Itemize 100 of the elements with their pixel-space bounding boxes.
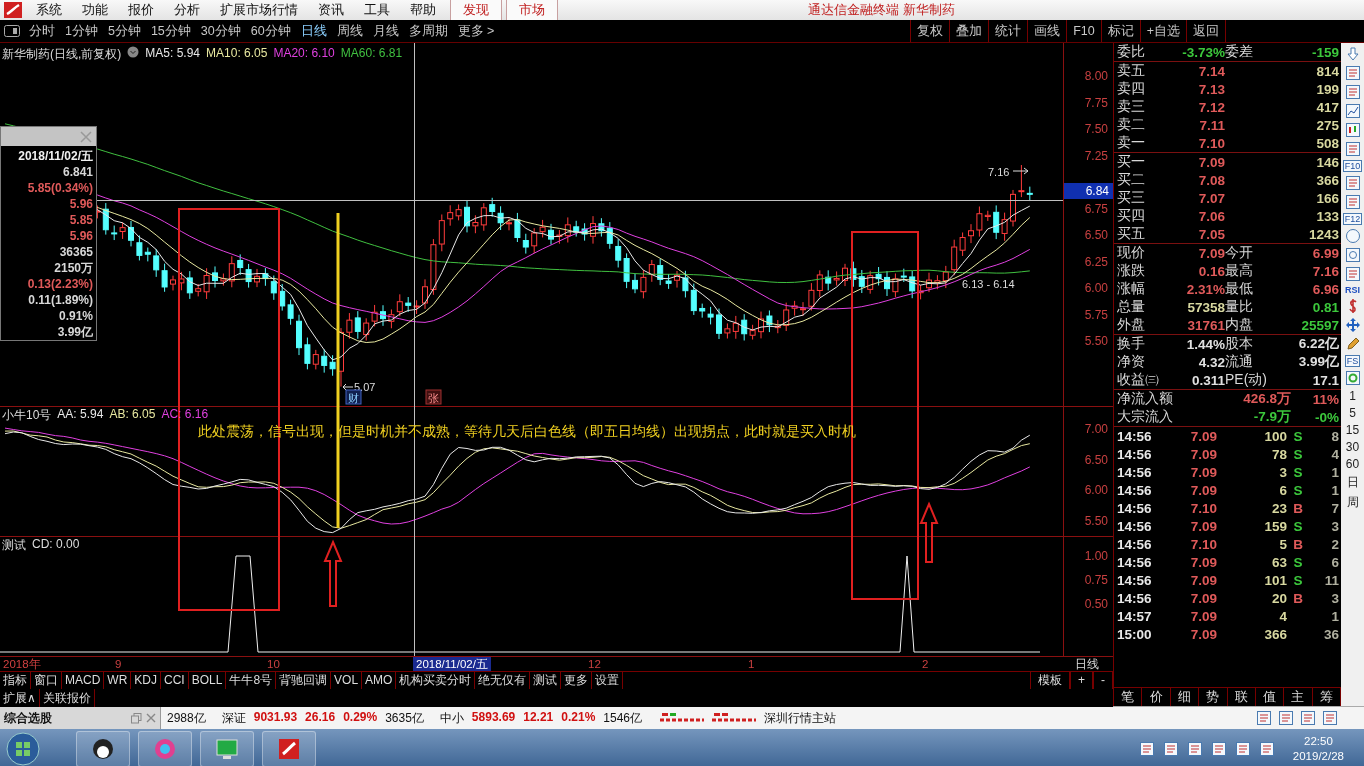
order-level-label: 买三: [1117, 189, 1146, 207]
info-value: 0.91%: [57, 308, 94, 324]
quote-percent: -0%: [1314, 409, 1339, 425]
toolbar-button[interactable]: 复权: [910, 20, 950, 42]
time-axis-label: 12: [588, 658, 601, 670]
trade-price: 7.09: [1189, 518, 1217, 534]
period-button[interactable]: 1: [1349, 389, 1356, 403]
rsi-button[interactable]: RSI: [1345, 285, 1360, 295]
menu-item[interactable]: 扩展市场行情: [210, 1, 308, 19]
trade-side: B: [1292, 536, 1304, 552]
menu-item[interactable]: 市场: [506, 0, 558, 20]
trade-time: 14:56: [1117, 536, 1153, 552]
line-chart-icon[interactable]: [1344, 103, 1361, 119]
menu-item[interactable]: 帮助: [400, 1, 446, 19]
menu-item[interactable]: 分析: [164, 1, 210, 19]
indicator-value: AB: 6.05: [109, 407, 156, 423]
trade-time: 14:56: [1117, 572, 1153, 588]
trade-price: 7.09: [1189, 464, 1217, 480]
range-label: 6.13 - 6.14: [962, 278, 1015, 290]
trade-volume: 23: [1270, 500, 1287, 516]
toolbar-button[interactable]: 统计: [988, 20, 1028, 42]
candlestick: [548, 223, 554, 246]
period-tab[interactable]: 30分钟: [195, 22, 246, 40]
toolbar-button[interactable]: F10: [1066, 20, 1101, 42]
trade-price: 7.09: [1189, 590, 1217, 606]
quote-value: 0.81: [1311, 299, 1339, 315]
f10-button[interactable]: F10: [1342, 160, 1363, 172]
order-volume: 275: [1315, 117, 1339, 133]
quote-label: 净流入额: [1117, 390, 1174, 408]
quote-label: 流通: [1225, 353, 1254, 371]
start-button[interactable]: [6, 731, 40, 766]
fs-button[interactable]: FS: [1344, 355, 1361, 367]
order-level-label: 卖五: [1117, 62, 1146, 80]
period-tab[interactable]: 更多 >: [452, 22, 500, 40]
pencil-icon[interactable]: [1344, 336, 1361, 352]
candlestick-icon[interactable]: [1344, 122, 1361, 138]
menu-item[interactable]: 系统: [26, 1, 72, 19]
order-volume: 814: [1315, 63, 1339, 79]
menu-item[interactable]: 资讯: [308, 1, 354, 19]
period-tab[interactable]: 1分钟: [60, 22, 103, 40]
period-tab[interactable]: 多周期: [403, 22, 453, 40]
quote-label: 收益㈢: [1117, 371, 1160, 389]
period-tab[interactable]: 60分钟: [245, 22, 296, 40]
menu-item[interactable]: 工具: [354, 1, 400, 19]
restore-icon[interactable]: [131, 712, 142, 724]
period-tab[interactable]: 15分钟: [145, 22, 196, 40]
candlestick: [590, 215, 596, 245]
period-tab[interactable]: 日线: [295, 22, 332, 40]
quote-label: 量比: [1225, 298, 1254, 316]
order-volume: 146: [1315, 154, 1339, 170]
order-level-label: 买二: [1117, 171, 1146, 189]
toolbar-button[interactable]: 画线: [1027, 20, 1067, 42]
trade-count: 8: [1330, 428, 1339, 444]
server-name: 深圳行情主站: [764, 709, 836, 727]
period-tab[interactable]: 周线: [331, 22, 368, 40]
menu-item[interactable]: 报价: [118, 1, 164, 19]
panel-toggle-icon[interactable]: [4, 25, 20, 37]
pointer-arrow-icon: [342, 383, 354, 391]
close-icon[interactable]: [146, 713, 156, 723]
toolbar-button[interactable]: +自选: [1139, 20, 1186, 42]
indicator-axis-label: 7.00: [1084, 422, 1108, 436]
trade-volume: 366: [1263, 626, 1287, 642]
crosshair-price-label: 6.84: [1064, 183, 1113, 199]
period-button[interactable]: 日: [1346, 474, 1359, 491]
menu-item[interactable]: 发现: [450, 0, 502, 20]
period-tab[interactable]: 5分钟: [102, 22, 146, 40]
quote-value: -3.73%: [1181, 44, 1225, 60]
period-tab[interactable]: 月线: [367, 22, 404, 40]
f12-button[interactable]: F12: [1342, 213, 1363, 225]
period-tab[interactable]: 分时: [24, 22, 60, 40]
period-button[interactable]: 15: [1345, 423, 1360, 437]
period-button[interactable]: 30: [1345, 440, 1360, 454]
dropdown-icon[interactable]: [127, 46, 140, 58]
toolbar-button[interactable]: 叠加: [949, 20, 989, 42]
color-wheel-icon: [153, 736, 177, 761]
period-button[interactable]: 周: [1346, 494, 1359, 511]
menu-item[interactable]: 功能: [72, 1, 118, 19]
trade-side: S: [1292, 518, 1304, 534]
refresh-icon[interactable]: [1344, 370, 1361, 386]
quote-label: 大宗流入: [1117, 408, 1174, 426]
quote-label: 内盘: [1225, 316, 1254, 334]
trade-volume: 4: [1278, 608, 1287, 624]
move-icon[interactable]: [1344, 317, 1361, 333]
order-level-label: 买五: [1117, 225, 1146, 243]
quote-value: -7.9万: [1252, 408, 1291, 426]
toolbar-button[interactable]: 返回: [1186, 20, 1225, 42]
trade-time: 15:00: [1117, 626, 1153, 642]
taskbar-app-button[interactable]: [76, 730, 130, 766]
quote-value: 57358: [1186, 299, 1225, 315]
list-icon[interactable]: [1344, 65, 1361, 81]
toolbar-button[interactable]: 标记: [1100, 20, 1140, 42]
quote-value: 2.31%: [1185, 281, 1225, 297]
trade-count: 4: [1330, 446, 1339, 462]
price-axis-label: 8.00: [1084, 69, 1108, 83]
period-button[interactable]: 60: [1345, 457, 1360, 471]
trade-volume: 100: [1263, 428, 1287, 444]
down-arrow-icon[interactable]: [1344, 46, 1361, 62]
period-button[interactable]: 5: [1349, 406, 1356, 420]
trade-side: S: [1292, 554, 1304, 570]
quote-value: 17.1: [1311, 372, 1339, 388]
